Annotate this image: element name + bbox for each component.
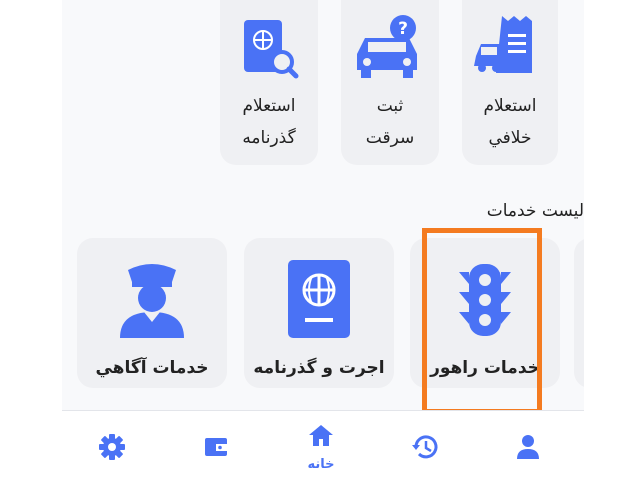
tile-inquiry-violation[interactable]: استعلام خلافي	[462, 0, 558, 165]
nav-profile[interactable]	[498, 411, 558, 481]
section-title: لیست خدمات	[486, 201, 584, 221]
profile-icon	[517, 435, 539, 459]
police-officer-icon	[120, 264, 184, 338]
home-icon	[309, 425, 333, 446]
tile-line2: سرقت	[365, 128, 415, 148]
tile-partial-right[interactable]	[574, 238, 584, 388]
tile-line1: استعلام	[242, 96, 296, 116]
nav-wallet[interactable]	[186, 411, 246, 481]
tile-immigration-passport[interactable]: اجرت و گذرنامه	[244, 238, 394, 388]
nav-home-label: خانه	[307, 457, 335, 472]
history-icon	[412, 435, 438, 459]
tile-inquiry-passport[interactable]: استعلام گذرنامه	[220, 0, 318, 165]
tile-agahi-services[interactable]: خدمات آگاهي	[77, 238, 227, 388]
tile-line1: ثبت	[376, 96, 404, 116]
passport-search-icon	[244, 20, 299, 79]
wallet-icon	[205, 438, 227, 456]
tile-line2: خلافي	[488, 128, 532, 148]
tile-line1: استعلام	[483, 96, 537, 116]
bottom-nav: خانه	[62, 410, 584, 481]
svg-text:?: ?	[398, 19, 408, 39]
nav-settings[interactable]	[82, 411, 142, 481]
car-receipt-icon	[474, 16, 532, 73]
nav-home[interactable]: خانه	[291, 411, 351, 481]
tile-label: اجرت و گذرنامه	[253, 358, 385, 378]
car-question-icon: ?	[357, 15, 417, 78]
tile-register-theft[interactable]: ? ثبت سرقت	[341, 0, 439, 165]
highlight-box	[422, 228, 542, 414]
nav-history[interactable]	[395, 411, 455, 481]
passport-icon	[288, 260, 350, 338]
tile-line2: گذرنامه	[242, 128, 296, 148]
settings-icon	[99, 434, 125, 460]
tile-label: خدمات آگاهي	[95, 358, 209, 378]
